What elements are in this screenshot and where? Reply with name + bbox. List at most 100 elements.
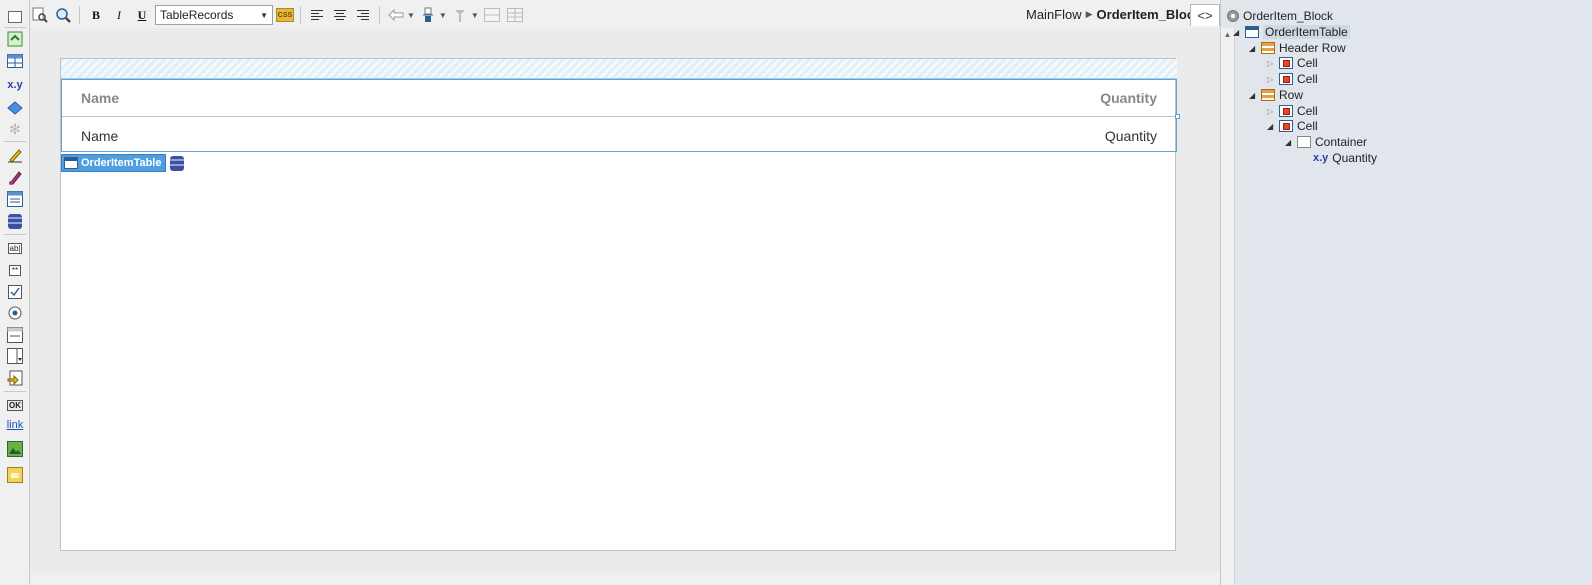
expression-icon: x.y: [1313, 152, 1329, 164]
tree-node-container[interactable]: ◢ Container: [1285, 134, 1367, 150]
palette-divider: [4, 141, 26, 142]
merge-cells-icon[interactable]: [482, 5, 502, 25]
table-row[interactable]: Name Quantity: [62, 117, 1176, 154]
table-icon: [1245, 26, 1259, 38]
checkbox-widget-icon[interactable]: [6, 283, 24, 301]
block-icon: [1227, 10, 1239, 22]
collapse-icon[interactable]: ▷: [1267, 75, 1275, 84]
align-left-icon[interactable]: [307, 5, 327, 25]
palette-divider: [4, 391, 26, 392]
chevron-down-icon[interactable]: ▼: [439, 11, 447, 20]
style-class-select[interactable]: TableRecords ▼: [155, 5, 273, 25]
select-tool-icon[interactable]: [6, 8, 24, 26]
tree-node-header-row[interactable]: ◢ Header Row: [1249, 40, 1346, 56]
tree-node-block[interactable]: OrderItem_Block: [1227, 8, 1333, 24]
database-icon[interactable]: [169, 155, 184, 171]
password-widget-icon[interactable]: **: [6, 261, 24, 279]
collapse-icon[interactable]: ▷: [1267, 107, 1275, 116]
cell-icon: [1279, 105, 1293, 117]
tree-node-table[interactable]: ◢ OrderItemTable: [1233, 24, 1350, 40]
expand-icon[interactable]: ◢: [1249, 91, 1257, 100]
preview-icon[interactable]: [30, 5, 50, 25]
header-cell-quantity[interactable]: Quantity: [1100, 90, 1157, 106]
code-view-toggle[interactable]: <>: [1190, 4, 1220, 26]
chevron-down-icon[interactable]: ▼: [471, 11, 479, 20]
refresh-icon[interactable]: [6, 30, 24, 48]
header-cell-name[interactable]: Name: [81, 90, 119, 106]
tree-scrollbar[interactable]: ▲: [1221, 28, 1235, 585]
chevron-down-icon[interactable]: ▼: [407, 11, 415, 20]
link-widget-icon[interactable]: link: [6, 416, 24, 434]
widget-name: OrderItemTable: [81, 157, 162, 169]
arrow-left-icon[interactable]: [386, 5, 406, 25]
container-icon: [1297, 136, 1311, 148]
collapse-icon[interactable]: ▷: [1267, 59, 1275, 68]
expand-icon[interactable]: ◢: [1285, 138, 1293, 147]
row-icon: [1261, 42, 1275, 54]
database-icon[interactable]: [6, 212, 24, 230]
row-cell-quantity[interactable]: Quantity: [1105, 128, 1157, 144]
upload-widget-icon[interactable]: [6, 369, 24, 387]
order-item-table[interactable]: Name Quantity Name Quantity: [61, 79, 1180, 154]
cell-icon: [1279, 73, 1293, 85]
list-records-icon[interactable]: [6, 190, 24, 208]
expression-widget-icon[interactable]: x.y: [6, 76, 24, 94]
split-cells-icon[interactable]: [505, 5, 525, 25]
tree-node-cell[interactable]: ▷ Cell: [1267, 71, 1318, 87]
align-right-icon[interactable]: [353, 5, 373, 25]
placeholder-widget-icon[interactable]: [6, 466, 24, 484]
editor-window: x.y ✻ ab| ** OK link B I U TableRecords …: [0, 0, 1592, 585]
tree-node-row[interactable]: ◢ Row: [1249, 87, 1303, 103]
palette-divider: [4, 234, 26, 235]
widget-name-badge[interactable]: OrderItemTable: [61, 154, 166, 172]
breadcrumb-parent[interactable]: MainFlow: [1026, 7, 1082, 22]
list-box-widget-icon[interactable]: [6, 347, 24, 365]
button-widget-icon[interactable]: OK: [6, 396, 24, 414]
combobox-widget-icon[interactable]: [6, 326, 24, 344]
cell-icon: [1279, 120, 1293, 132]
diamond-widget-icon[interactable]: [6, 99, 24, 117]
design-canvas[interactable]: Name Quantity Name Quantity OrderItemTab…: [30, 28, 1220, 573]
toolbar-divider: [379, 6, 380, 24]
zoom-icon[interactable]: [53, 5, 73, 25]
pencil-icon[interactable]: [6, 146, 24, 164]
underline-button[interactable]: U: [132, 5, 152, 25]
image-widget-icon[interactable]: [6, 440, 24, 458]
tree-node-cell[interactable]: ▷ Cell: [1267, 55, 1318, 71]
tree-node-expression[interactable]: x.y Quantity: [1313, 150, 1377, 166]
expand-icon[interactable]: ◢: [1233, 28, 1241, 37]
toolbar-divider: [79, 6, 80, 24]
table-widget-icon[interactable]: [6, 52, 24, 70]
italic-button[interactable]: I: [109, 5, 129, 25]
page-area[interactable]: Name Quantity Name Quantity OrderItemTab…: [60, 58, 1180, 551]
tree-node-cell[interactable]: ▷ Cell: [1267, 103, 1318, 119]
widget-palette: x.y ✻ ab| ** OK link: [0, 0, 30, 585]
gear-icon[interactable]: ✻: [6, 120, 24, 138]
tree-node-cell[interactable]: ◢ Cell: [1267, 118, 1318, 134]
table-icon: [64, 157, 78, 169]
insert-column-icon[interactable]: [450, 5, 470, 25]
css-button[interactable]: CSS: [276, 8, 294, 22]
brush-icon[interactable]: [6, 169, 24, 187]
breadcrumb-current: OrderItem_Block: [1096, 7, 1202, 22]
cell-icon: [1279, 57, 1293, 69]
expand-icon[interactable]: ◢: [1249, 44, 1257, 53]
insert-row-icon[interactable]: [418, 5, 438, 25]
bold-button[interactable]: B: [86, 5, 106, 25]
row-icon: [1261, 89, 1275, 101]
expand-icon[interactable]: ◢: [1267, 122, 1275, 131]
breadcrumb: MainFlow ▶ OrderItem_Block: [1026, 7, 1201, 22]
input-widget-icon[interactable]: ab|: [6, 239, 24, 257]
resize-handle[interactable]: [1175, 114, 1180, 119]
radio-widget-icon[interactable]: [6, 304, 24, 322]
selected-widget-tag[interactable]: OrderItemTable: [61, 154, 184, 172]
caret-right-icon: ▶: [1085, 9, 1093, 19]
palette-divider: [4, 27, 26, 28]
placeholder-area[interactable]: [61, 59, 1177, 79]
table-header-row[interactable]: Name Quantity: [62, 80, 1176, 117]
align-center-icon[interactable]: [330, 5, 350, 25]
widget-tree-panel: ▲ OrderItem_Block ◢ OrderItemTable ◢ Hea…: [1220, 0, 1592, 585]
row-cell-name[interactable]: Name: [81, 128, 118, 144]
toolbar-divider: [300, 6, 301, 24]
chevron-down-icon: ▼: [260, 10, 268, 20]
